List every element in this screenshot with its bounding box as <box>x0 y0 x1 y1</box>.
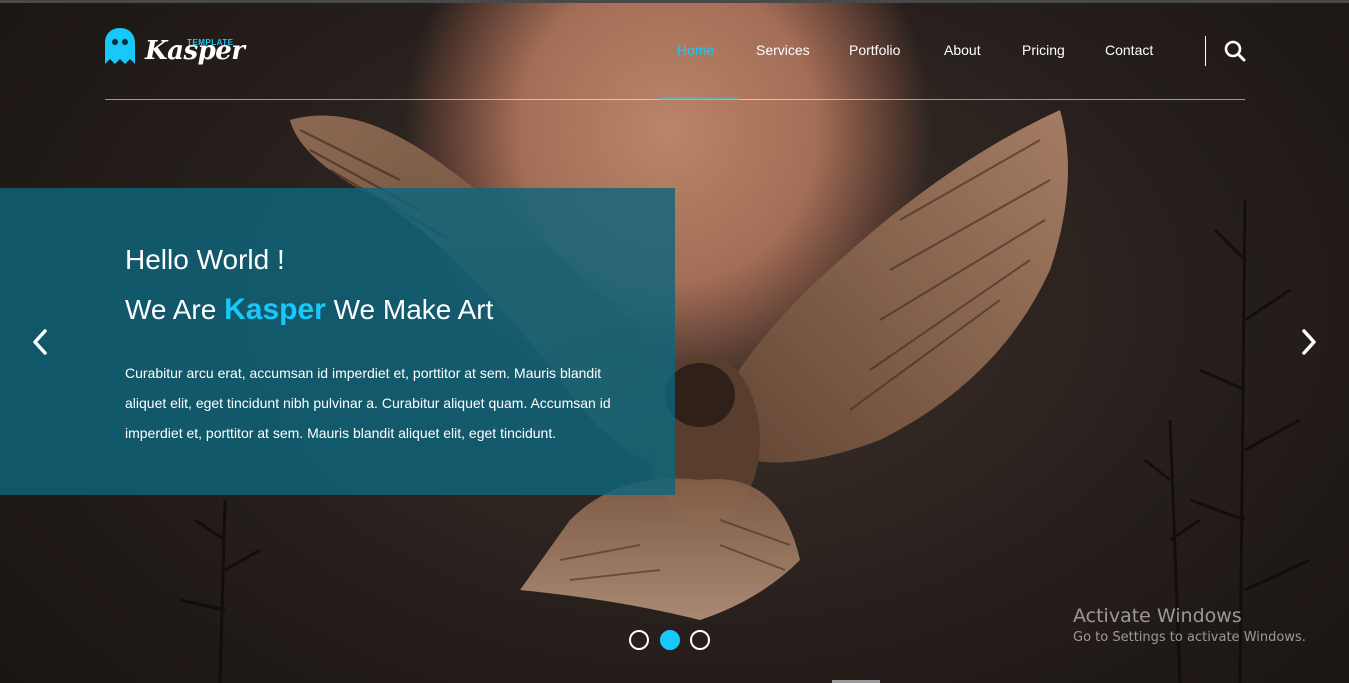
hero-greeting: Hello World ! <box>125 244 285 275</box>
logo-tagline: TEMPLATE <box>187 38 234 47</box>
watermark-subtitle: Go to Settings to activate Windows. <box>1073 630 1306 645</box>
nav-item-services[interactable]: Services <box>756 42 810 58</box>
hero-text-box: Hello World ! We Are Kasper We Make Art … <box>0 188 675 495</box>
ghost-icon <box>105 28 135 64</box>
site-header: Kasper TEMPLATE Home Services Portfolio … <box>105 0 1247 100</box>
watermark-title: Activate Windows <box>1073 605 1242 627</box>
nav-item-portfolio[interactable]: Portfolio <box>849 42 900 58</box>
slider-bullet[interactable] <box>690 630 710 650</box>
nav-item-contact[interactable]: Contact <box>1105 42 1153 58</box>
slider-prev-button[interactable] <box>29 328 51 356</box>
nav-item-about[interactable]: About <box>944 42 981 58</box>
hero-headline: We Are Kasper We Make Art <box>125 293 493 327</box>
site-logo[interactable]: Kasper TEMPLATE <box>105 28 245 70</box>
hero-section: Kasper TEMPLATE Home Services Portfolio … <box>0 0 1349 683</box>
headline-after: We Make Art <box>325 294 494 325</box>
nav-active-indicator <box>658 97 738 100</box>
chevron-left-icon <box>33 329 47 355</box>
headline-before: We Are <box>125 294 225 325</box>
chevron-right-icon <box>1302 329 1316 355</box>
headline-brand: Kasper <box>224 293 326 326</box>
hero-paragraph: Curabitur arcu erat, accumsan id imperdi… <box>125 365 611 441</box>
slider-next-button[interactable] <box>1298 328 1320 356</box>
search-button[interactable] <box>1223 39 1247 63</box>
nav-item-pricing[interactable]: Pricing <box>1022 42 1065 58</box>
search-icon <box>1224 40 1246 62</box>
nav-item-home[interactable]: Home <box>677 42 714 58</box>
slider-bullet-active[interactable] <box>660 630 680 650</box>
slider-bullets <box>629 630 713 652</box>
windows-activation-watermark: Activate Windows Go to Settings to activ… <box>1073 605 1306 645</box>
slider-bullet[interactable] <box>629 630 649 650</box>
nav-divider <box>1205 36 1206 66</box>
